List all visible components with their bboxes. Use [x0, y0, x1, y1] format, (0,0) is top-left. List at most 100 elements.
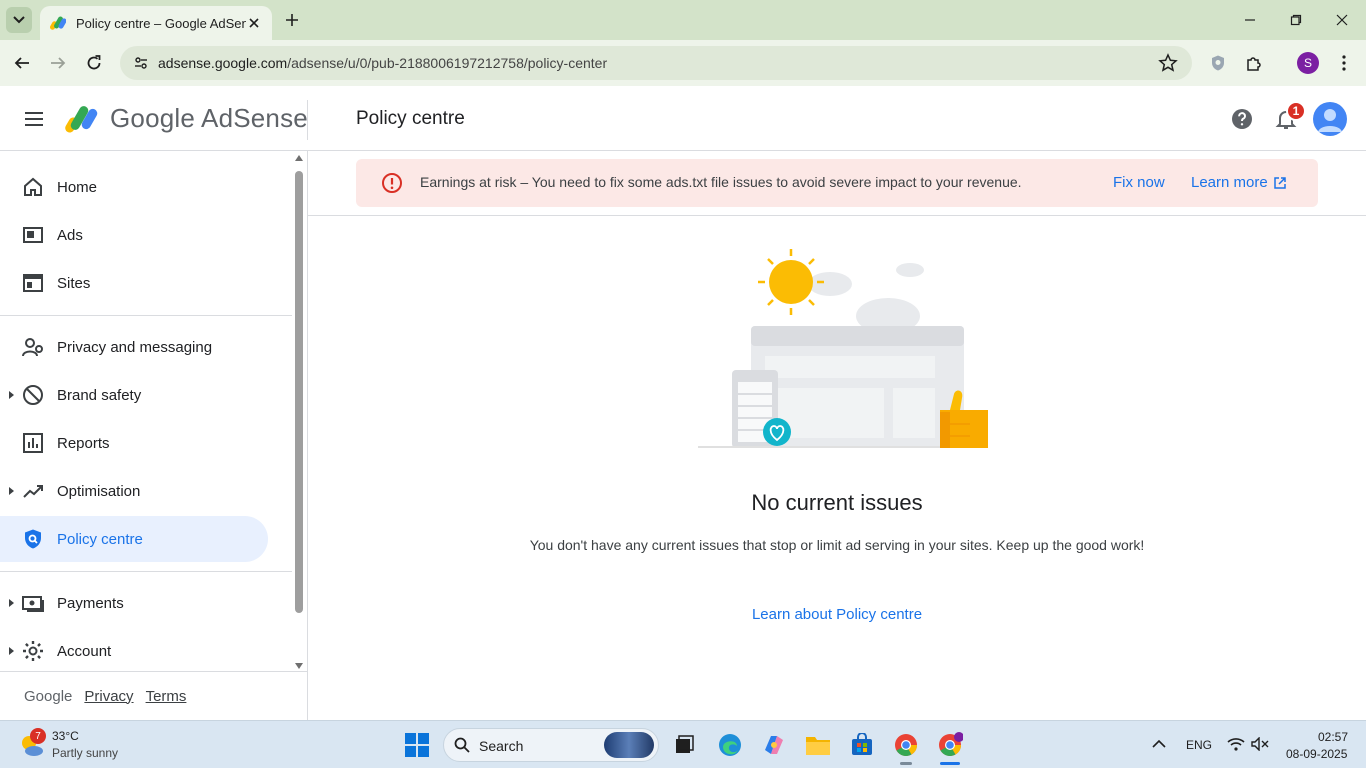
profile-button[interactable]: S [1296, 51, 1320, 75]
sidebar-item-account[interactable]: Account [0, 628, 268, 674]
tab-close-button[interactable] [246, 15, 262, 31]
back-button[interactable] [10, 51, 34, 75]
plus-icon [286, 14, 298, 26]
site-info-icon[interactable] [130, 52, 152, 74]
url-text: adsense.google.com/adsense/u/0/pub-21880… [158, 55, 607, 71]
scroll-down-arrow-icon[interactable] [295, 663, 303, 669]
adsense-favicon-icon [50, 16, 66, 30]
policy-link-label[interactable]: Learn about Policy centre [752, 606, 922, 623]
extensions-button[interactable] [1242, 51, 1266, 75]
bookmark-star-icon[interactable] [1158, 53, 1178, 73]
app-header: Google AdSense Policy centre 1 [0, 86, 1366, 151]
speaker-muted-icon[interactable] [1251, 737, 1269, 751]
sidebar-item-privacy-and-messaging[interactable]: Privacy and messaging [0, 324, 268, 370]
learn-more-link[interactable]: Learn more [1191, 174, 1286, 191]
address-bar[interactable]: adsense.google.com/adsense/u/0/pub-21880… [120, 46, 1192, 80]
cloud-shape [808, 272, 852, 296]
kebab-menu-icon [1342, 55, 1346, 71]
restore-icon [1290, 14, 1302, 26]
sidebar-item-sites[interactable]: Sites [0, 260, 268, 306]
extension-shield-button[interactable] [1206, 51, 1230, 75]
url-path: /adsense/u/0/pub-2188006197212758/policy… [287, 55, 608, 71]
browser-menu-button[interactable] [1332, 51, 1356, 75]
minimize-icon [1245, 19, 1255, 21]
weather-temperature[interactable]: 33°C [52, 729, 79, 743]
reload-button[interactable] [82, 51, 106, 75]
url-host: adsense.google.com [158, 55, 288, 71]
language-indicator[interactable]: ENG [1186, 738, 1212, 752]
sidebar-item-brand-safety[interactable]: Brand safety [0, 372, 268, 418]
adsense-logo-text[interactable]: Google AdSense [110, 103, 308, 134]
weather-alert-badge: 7 [30, 728, 46, 744]
taskbar-search-label: Search [479, 738, 524, 754]
scroll-up-arrow-icon[interactable] [295, 155, 303, 161]
scrollbar-thumb[interactable] [295, 171, 303, 613]
expand-caret-icon[interactable] [9, 391, 14, 399]
task-view-icon [676, 735, 694, 753]
account-avatar[interactable] [1313, 102, 1347, 136]
close-window-button[interactable] [1330, 8, 1354, 32]
chevron-up-icon[interactable] [1152, 739, 1166, 749]
taskbar-search-box[interactable]: Search [443, 728, 659, 762]
home-icon [24, 177, 42, 196]
windows-taskbar: 7 33°C Partly sunny Search ENG 02:57 08-… [0, 720, 1366, 768]
sidebar-item-ads[interactable]: Ads [0, 212, 268, 258]
sidebar-scrollbar[interactable] [293, 155, 305, 669]
weather-condition[interactable]: Partly sunny [52, 746, 118, 760]
sidebar-item-payments[interactable]: Payments [0, 580, 268, 626]
header-divider [307, 100, 308, 140]
user-icon [1318, 109, 1342, 132]
tab-search-button[interactable] [6, 7, 32, 33]
expand-caret-icon[interactable] [9, 487, 14, 495]
forward-button[interactable] [46, 51, 70, 75]
adsense-logo-icon[interactable] [64, 104, 100, 134]
sidebar-item-label: Brand safety [57, 386, 142, 404]
new-tab-button[interactable] [282, 10, 302, 30]
policy-shield-icon [25, 529, 41, 549]
privacy-icon [22, 338, 43, 357]
wifi-icon[interactable] [1227, 737, 1245, 751]
windows-start-icon[interactable] [405, 733, 429, 757]
content-divider [308, 215, 1366, 216]
sidebar-divider [0, 571, 292, 572]
expand-caret-icon[interactable] [9, 599, 14, 607]
taskbar-edge-button[interactable] [716, 731, 744, 759]
taskbar-chrome-button[interactable] [892, 731, 920, 759]
sidebar-item-label: Sites [57, 274, 91, 292]
sidebar-item-label: Reports [57, 434, 110, 452]
hamburger-menu-icon[interactable] [22, 107, 46, 131]
sidebar-item-label: Payments [57, 594, 124, 612]
clock-time[interactable]: 02:57 [1318, 730, 1348, 744]
clock-date[interactable]: 08-09-2025 [1286, 747, 1347, 761]
taskbar-chrome-profile-button[interactable] [936, 731, 964, 759]
taskbar-file-explorer-button[interactable] [804, 731, 832, 759]
expand-caret-icon[interactable] [9, 647, 14, 655]
taskbar-store-button[interactable] [848, 731, 876, 759]
app-active-indicator [940, 762, 960, 765]
payments-icon [22, 596, 44, 612]
help-icon[interactable] [1230, 107, 1254, 131]
empty-state-title: No current issues [751, 490, 923, 515]
page-title: Policy centre [356, 108, 465, 129]
sidebar-footer: Google Privacy Terms [0, 671, 307, 720]
task-view-button[interactable] [670, 731, 698, 759]
footer-privacy-link[interactable]: Privacy [84, 688, 133, 705]
sidebar-divider [0, 315, 292, 316]
close-icon [1336, 14, 1348, 26]
footer-terms-link[interactable]: Terms [146, 688, 187, 705]
sidebar-item-policy-centre[interactable]: Policy centre [0, 516, 268, 562]
sidebar-item-reports[interactable]: Reports [0, 420, 268, 466]
ads-icon [23, 227, 43, 243]
sidebar-item-home[interactable]: Home [0, 164, 268, 210]
restore-button[interactable] [1284, 8, 1308, 32]
sidebar-item-optimisation[interactable]: Optimisation [0, 468, 268, 514]
taskbar-copilot-button[interactable] [760, 731, 788, 759]
sites-icon [23, 274, 43, 292]
error-icon [382, 173, 402, 193]
learn-more-label: Learn more [1191, 174, 1268, 191]
empty-state-description: You don't have any current issues that s… [529, 537, 1145, 553]
fix-now-button[interactable]: Fix now [1113, 174, 1165, 191]
browser-tab-active[interactable]: Policy centre – Google AdSense [40, 6, 272, 40]
minimize-button[interactable] [1238, 8, 1262, 32]
learn-about-policy-centre-link[interactable]: Learn about Policy centre [308, 606, 1366, 623]
